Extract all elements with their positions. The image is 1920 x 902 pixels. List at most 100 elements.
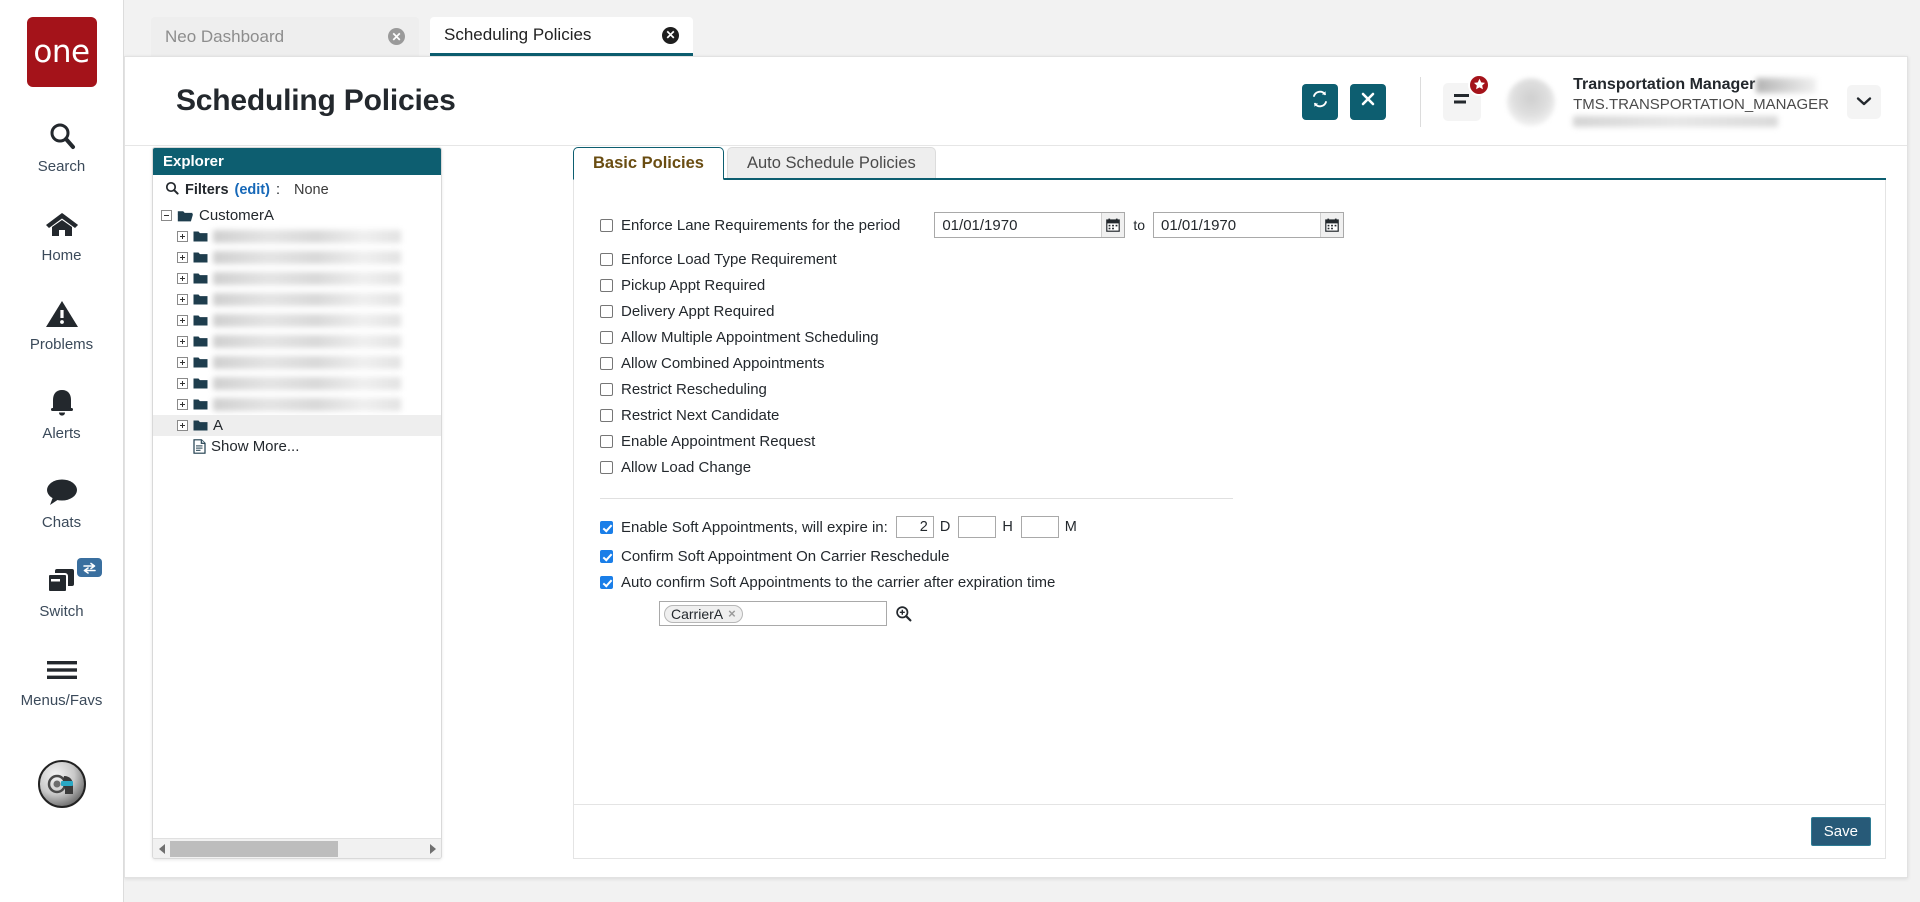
close-icon[interactable]: ✕	[662, 26, 679, 44]
collapse-toggle-icon[interactable]	[161, 210, 172, 221]
user-detail-redacted	[1573, 116, 1779, 127]
checkbox-delivery-appt-required[interactable]	[600, 304, 613, 318]
expand-toggle-icon[interactable]	[177, 231, 188, 242]
close-icon[interactable]: ×	[728, 606, 736, 621]
checkbox-restrict-rescheduling[interactable]	[600, 382, 613, 396]
rail-item-home[interactable]: Home	[0, 196, 124, 274]
checkbox-enable-soft-appointments[interactable]	[600, 520, 613, 534]
explorer-horizontal-scrollbar[interactable]	[153, 838, 441, 858]
soft-appointment-minutes-input[interactable]	[1020, 516, 1059, 538]
checkbox-enforce-load-type-requirement[interactable]	[600, 252, 613, 266]
tree-node-redacted[interactable]	[153, 247, 441, 268]
expand-toggle-icon[interactable]	[177, 378, 188, 389]
avatar[interactable]	[1507, 77, 1556, 126]
checkbox-allow-combined-appointments[interactable]	[600, 356, 613, 370]
checkbox-enable-appointment-request[interactable]	[600, 434, 613, 448]
checkbox-row-restrict-rescheduling: Restrict Rescheduling	[600, 376, 1885, 402]
expand-toggle-icon[interactable]	[177, 399, 188, 410]
user-name-row: Transportation Manager	[1573, 76, 1829, 94]
tree-node-redacted[interactable]	[153, 310, 441, 331]
search-icon	[46, 117, 78, 155]
folder-closed-icon	[193, 293, 208, 306]
rail-item-problems[interactable]: Problems	[0, 285, 124, 363]
rail-item-chats[interactable]: Chats	[0, 463, 124, 541]
rail-item-alerts[interactable]: Alerts	[0, 374, 124, 452]
windows-stack-icon	[45, 562, 79, 600]
save-button[interactable]: Save	[1810, 817, 1871, 846]
menus-favorites-button[interactable]	[1443, 73, 1491, 121]
checkbox-allow-load-change[interactable]	[600, 460, 613, 474]
scroll-left-arrow-icon[interactable]	[153, 839, 170, 859]
user-role: TMS.TRANSPORTATION_MANAGER	[1573, 96, 1829, 113]
date-to-field[interactable]	[1153, 212, 1345, 238]
checkbox-row-delivery-appt-required: Delivery Appt Required	[600, 298, 1885, 324]
tree-node-label: CustomerA	[199, 207, 275, 224]
folder-closed-icon	[193, 356, 208, 369]
tree-node-redacted[interactable]	[153, 394, 441, 415]
rail-item-menus-favs[interactable]: Menus/Favs	[0, 641, 124, 719]
tree-node-redacted[interactable]	[153, 373, 441, 394]
soft-appointment-hours-input[interactable]	[958, 516, 997, 538]
ai-assistant-avatar-icon[interactable]	[37, 760, 86, 808]
carrier-chip[interactable]: CarrierA ×	[664, 604, 743, 623]
scroll-right-arrow-icon[interactable]	[424, 839, 441, 859]
switch-toggle-badge[interactable]	[76, 558, 102, 577]
checkbox-confirm-soft-appointment-on-carrier-reschedule[interactable]	[600, 549, 613, 563]
browser-tab-scheduling-policies[interactable]: Scheduling Policies ✕	[430, 17, 693, 56]
checkbox-pickup-appt-required[interactable]	[600, 278, 613, 292]
checkbox-label: Confirm Soft Appointment On Carrier Resc…	[621, 547, 950, 565]
tree-show-more[interactable]: Show More...	[153, 436, 441, 457]
date-to-input[interactable]	[1154, 213, 1321, 237]
calendar-icon[interactable]	[1101, 213, 1125, 237]
tree-node-redacted[interactable]	[153, 226, 441, 247]
content-panel: Basic Policies Auto Schedule Policies En…	[573, 147, 1886, 859]
rail-item-label: Switch	[39, 603, 84, 620]
checkbox-row-allow-multiple-appointment-scheduling: Allow Multiple Appointment Scheduling	[600, 324, 1885, 350]
explorer-filters-row: Filters (edit) : None	[153, 175, 441, 203]
search-magnifier-icon[interactable]	[895, 605, 912, 622]
date-from-input[interactable]	[935, 213, 1102, 237]
expand-toggle-icon[interactable]	[177, 252, 188, 263]
checkbox-row-enforce-load-type: Enforce Load Type Requirement	[600, 246, 1885, 272]
tree-node-redacted[interactable]	[153, 268, 441, 289]
rail-item-switch[interactable]: Switch	[0, 552, 124, 630]
checkbox-label: Enable Appointment Request	[621, 432, 816, 450]
filters-edit-link[interactable]: (edit)	[235, 182, 270, 198]
soft-appointment-days-input[interactable]	[895, 516, 934, 538]
expand-toggle-icon[interactable]	[177, 336, 188, 347]
browser-tab-neo-dashboard[interactable]: Neo Dashboard ✕	[151, 17, 419, 56]
scrollbar-track[interactable]	[170, 839, 424, 859]
days-unit-label: D	[939, 519, 951, 535]
expand-toggle-icon[interactable]	[177, 315, 188, 326]
expand-toggle-icon[interactable]	[177, 294, 188, 305]
close-panel-button[interactable]	[1350, 83, 1387, 120]
tab-basic-policies[interactable]: Basic Policies	[573, 147, 724, 180]
tree-node-redacted[interactable]	[153, 352, 441, 373]
brand-logo[interactable]: one	[26, 17, 97, 87]
tree-node-customera[interactable]: CustomerA	[153, 205, 441, 226]
checkbox-allow-multiple-appointment-scheduling[interactable]	[600, 330, 613, 344]
user-menu-button[interactable]	[1847, 84, 1881, 119]
tab-auto-schedule-policies[interactable]: Auto Schedule Policies	[726, 147, 936, 180]
checkbox-enforce-lane-requirements[interactable]	[600, 218, 613, 232]
scrollbar-thumb[interactable]	[170, 840, 338, 857]
close-icon[interactable]: ✕	[388, 28, 405, 45]
calendar-icon[interactable]	[1320, 213, 1344, 237]
rail-item-search[interactable]: Search	[0, 107, 124, 185]
expand-toggle-icon[interactable]	[177, 420, 188, 431]
checkbox-restrict-next-candidate[interactable]	[600, 408, 613, 422]
tree-node-label-redacted	[213, 251, 401, 264]
document-icon	[193, 439, 206, 454]
expand-toggle-icon[interactable]	[177, 273, 188, 284]
tree-node-a[interactable]: A	[153, 415, 441, 436]
tree-show-more-label: Show More...	[211, 438, 300, 455]
date-from-field[interactable]	[934, 212, 1126, 238]
tree-node-redacted[interactable]	[153, 289, 441, 310]
carrier-input-field[interactable]: CarrierA ×	[659, 601, 887, 626]
expand-toggle-icon[interactable]	[177, 357, 188, 368]
auto-confirm-soft-appointments-row: Auto confirm Soft Appointments to the ca…	[600, 569, 1885, 595]
tree-node-redacted[interactable]	[153, 331, 441, 352]
browser-tab-label: Scheduling Policies	[444, 25, 592, 44]
refresh-button[interactable]	[1302, 83, 1339, 120]
checkbox-auto-confirm-soft-appointments[interactable]	[600, 575, 613, 589]
